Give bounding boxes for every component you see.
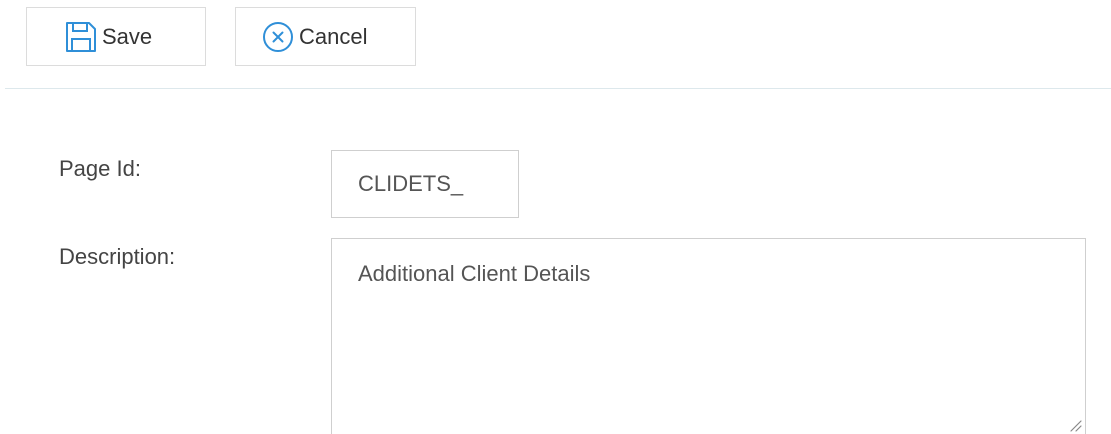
save-button[interactable]: Save [26,7,206,66]
cancel-button[interactable]: Cancel [235,7,416,66]
description-textarea[interactable]: Additional Client Details [331,238,1086,434]
description-label: Description: [59,244,176,269]
edit-page-form: Save Cancel Page Id: Description: Additi… [0,0,1111,434]
toolbar-divider [5,88,1111,89]
circle-x-icon [259,18,297,56]
page-id-input[interactable] [331,150,519,218]
resize-handle-icon[interactable] [1068,418,1082,432]
save-button-label: Save [102,23,153,49]
page-id-label: Page Id: [59,156,141,181]
cancel-button-label: Cancel [299,23,368,49]
floppy-disk-icon [62,18,100,56]
